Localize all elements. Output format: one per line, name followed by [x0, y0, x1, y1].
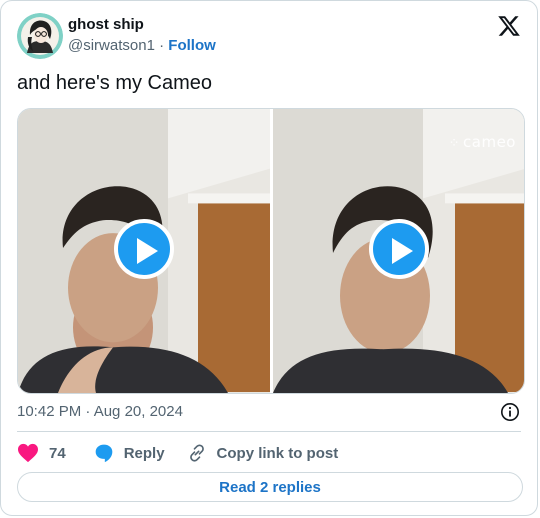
copy-link-label: Copy link to post: [216, 444, 339, 462]
sparkle-dots-icon: ⁘: [448, 136, 461, 151]
play-icon: [392, 238, 413, 264]
copy-link-button[interactable]: Copy link to post: [187, 443, 339, 463]
reply-button[interactable]: Reply: [94, 443, 165, 463]
like-count: 74: [49, 444, 66, 462]
reply-label: Reply: [123, 444, 165, 462]
author-handle[interactable]: @sirwatson1: [68, 37, 155, 54]
speech-bubble-icon: [95, 444, 113, 463]
follow-button[interactable]: Follow: [168, 37, 216, 54]
like-button[interactable]: 74: [17, 443, 66, 463]
play-icon: [137, 238, 158, 264]
video-thumbnail-1[interactable]: [18, 109, 270, 393]
link-icon: [189, 444, 204, 462]
avatar-illustration: [17, 13, 63, 59]
tweet-text: and here's my Cameo: [17, 72, 213, 94]
cameo-watermark: ⁘ cameo: [449, 133, 516, 151]
watermark-text: cameo: [463, 133, 516, 151]
media-grid: ⁘ cameo: [17, 108, 525, 394]
video-thumbnail-2[interactable]: ⁘ cameo: [273, 109, 524, 393]
author-handle-row: @sirwatson1 · Follow: [68, 37, 216, 54]
play-button[interactable]: [369, 219, 429, 279]
handle-separator: ·: [159, 37, 165, 54]
avatar[interactable]: [17, 13, 63, 59]
heart-icon: [18, 443, 38, 463]
tweet-card: ghost ship @sirwatson1 · Follow and here…: [0, 0, 538, 516]
action-bar: 74 Reply Copy link to post: [17, 441, 360, 465]
read-replies-button[interactable]: Read 2 replies: [17, 472, 523, 502]
author-name[interactable]: ghost ship: [68, 16, 144, 33]
info-icon[interactable]: [500, 402, 520, 422]
x-logo-icon[interactable]: [497, 14, 521, 38]
divider: [17, 431, 521, 432]
tweet-timestamp[interactable]: 10:42 PM · Aug 20, 2024: [17, 403, 183, 420]
play-button[interactable]: [114, 219, 174, 279]
